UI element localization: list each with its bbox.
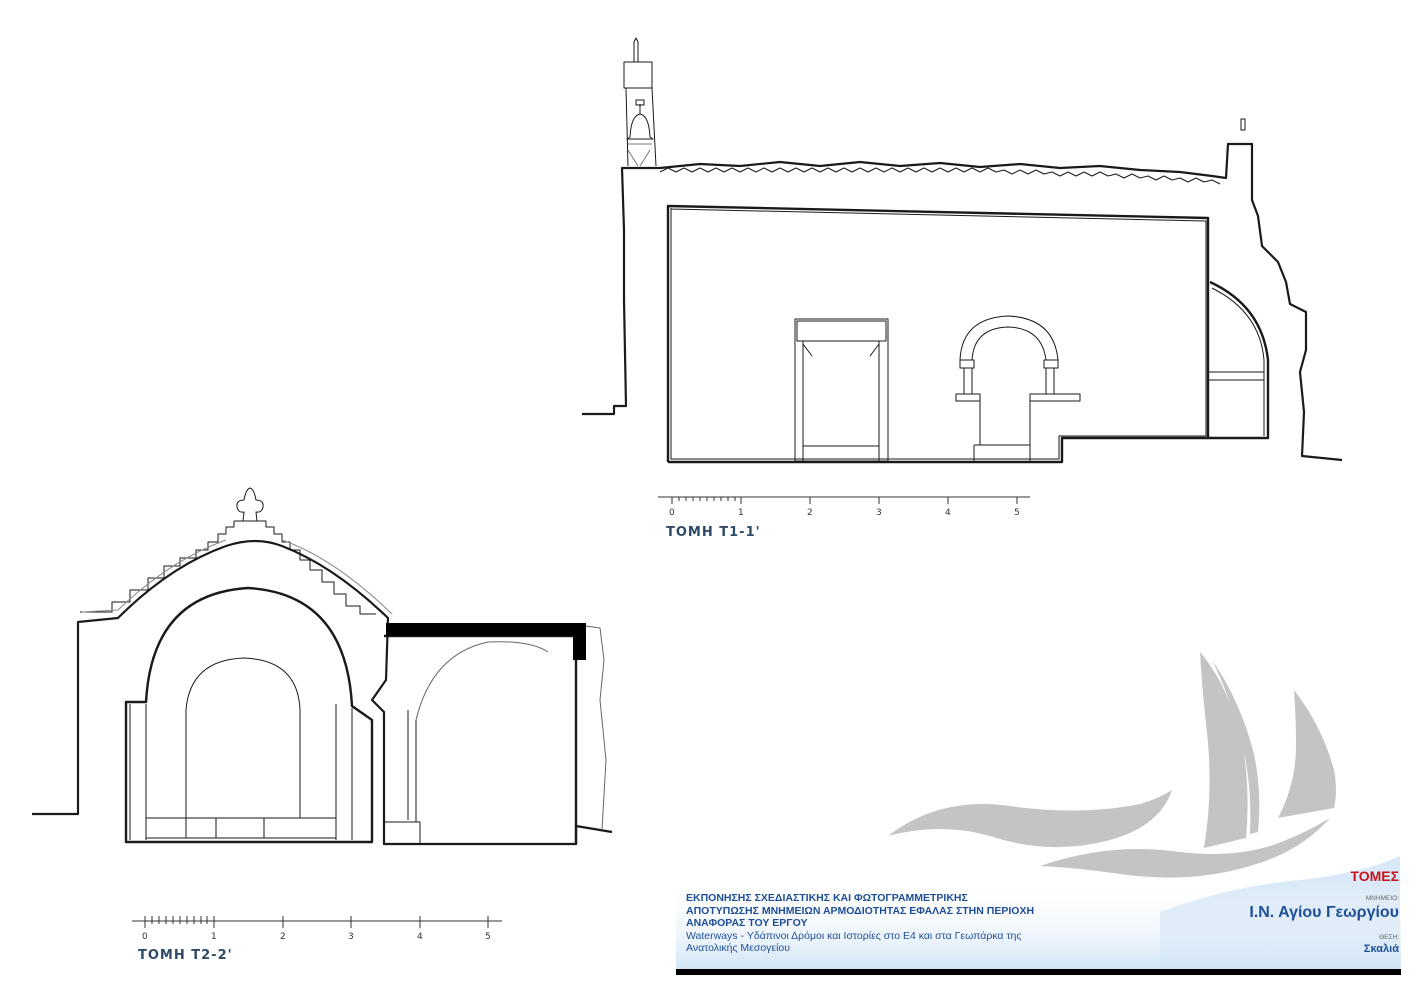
- section-t2-label: ΤΟΜΗ Τ2-2': [138, 948, 233, 963]
- location-caption: ΘΕΣΗ:: [1379, 934, 1399, 941]
- project-line: Ανατολικής Μεσογείου: [686, 942, 791, 954]
- location-name: Σκαλιά: [1363, 943, 1399, 955]
- project-description: ΕΚΠΟΝΗΣΗΣ ΣΧΕΔΙΑΣΤΙΚΗΣ ΚΑΙ ΦΩΤΟΓΡΑΜΜΕΤΡΙ…: [686, 892, 1156, 955]
- side-chamber: [384, 634, 578, 844]
- scale-tick-label: 0: [669, 508, 675, 518]
- bell-tower: [623, 37, 657, 167]
- section-t2-outer-wall: [32, 539, 613, 846]
- project-line: Waterways - Υδάπινοι Δρόμοι και Ιστορίες…: [686, 929, 1022, 942]
- title-block-bottom-bar: [676, 969, 1401, 975]
- scale-tick-label: 4: [945, 508, 951, 518]
- project-line: ΑΝΑΦΟΡΑΣ ΤΟΥ ΕΡΓΟΥ: [686, 917, 808, 929]
- inner-niche: [185, 657, 301, 818]
- roof-slab: [386, 623, 586, 636]
- drawing-canvas: [32, 37, 1401, 975]
- section-t1-outer-wall: [582, 142, 1343, 462]
- wave-icon: [888, 790, 1172, 848]
- section-t1-drawing: [582, 37, 1343, 504]
- scale-tick-label: 3: [876, 508, 882, 518]
- cross-icon: [236, 487, 264, 522]
- bell-icon: [626, 113, 654, 140]
- project-line: ΑΠΟΤΥΠΩΣΗΣ ΜΝΗΜΕΙΩΝ ΑΡΜΟΔΙΟΤΗΤΑΣ ΕΦΑΛΑΣ …: [686, 904, 1035, 917]
- gable-tiles: [80, 520, 376, 615]
- scale-tick-label: 2: [807, 508, 813, 518]
- monument-name: Ι.Ν. Αγίου Γεωργίου: [1249, 904, 1399, 921]
- scale-tick-label: 0: [142, 932, 148, 942]
- section-t2-interior: [124, 586, 374, 844]
- monument-caption: ΜΝΗΜΕΙΟ:: [1365, 895, 1399, 902]
- scale-tick-label: 1: [211, 932, 217, 942]
- sail-icon: [1278, 690, 1336, 818]
- scale-tick-label: 4: [417, 932, 423, 942]
- section-t2-drawing: [32, 487, 613, 928]
- scale-tick-label: 5: [485, 932, 491, 942]
- section-t1-label: ΤΟΜΗ Τ1-1': [666, 525, 761, 540]
- doorway: [794, 318, 889, 462]
- scale-bar-t1: [658, 496, 1030, 504]
- scale-tick-label: 1: [738, 508, 744, 518]
- scale-tick-label: 5: [1014, 508, 1020, 518]
- section-t1-floor: [668, 436, 1208, 464]
- scale-tick-label: 2: [280, 932, 286, 942]
- apse-niche: [1208, 287, 1265, 436]
- bench: [146, 817, 336, 839]
- scale-bar-t2: [132, 916, 502, 928]
- scale-tick-label: 3: [348, 932, 354, 942]
- drawing-title: ΤΟΜΕΣ: [1350, 868, 1399, 884]
- project-line: ΕΚΠΟΝΗΣΗΣ ΣΧΕΔΙΑΣΤΙΚΗΣ ΚΑΙ ΦΩΤΟΓΡΑΜΜΕΤΡΙ…: [686, 892, 968, 904]
